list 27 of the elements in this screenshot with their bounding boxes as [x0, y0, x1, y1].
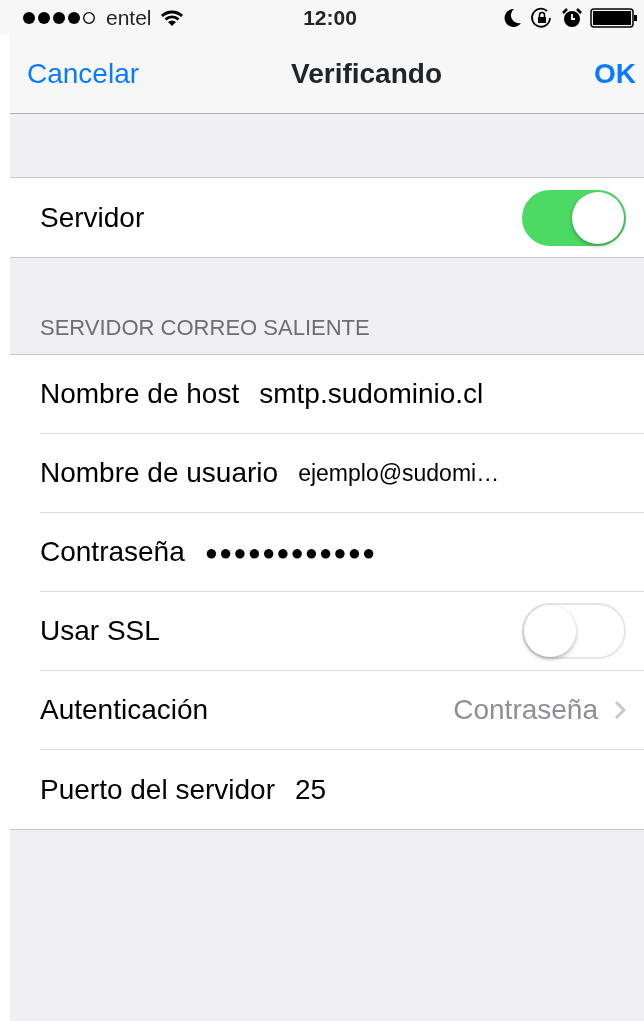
status-time: 12:00 [302, 4, 358, 31]
row-label: Puerto del servidor [40, 772, 275, 807]
battery-icon [590, 7, 638, 28]
nav-title: Verificando [291, 57, 442, 91]
carrier-name: entel [106, 4, 152, 31]
row-label: Nombre de host [40, 377, 240, 411]
row-value: Contraseña [453, 693, 598, 727]
row-label: Usar SSL [40, 614, 160, 648]
row-label: Contraseña [40, 535, 185, 569]
disclosure-row[interactable]: Autenticación Contraseña [40, 671, 644, 750]
value-field[interactable]: ●●●●●●●●●●●● [204, 535, 377, 569]
value-field[interactable]: smtp.sudominio.cl [259, 373, 484, 415]
ok-button[interactable]: OK [594, 53, 636, 95]
cancel-button[interactable]: Cancelar [27, 53, 140, 95]
section-header: SERVIDOR CORREO SALIENTE [39, 314, 371, 342]
row-label: Autenticación [40, 693, 209, 727]
signal-icon [22, 10, 98, 25]
row-label: Servidor [40, 200, 145, 235]
toggle-switch[interactable] [522, 189, 626, 246]
value-field[interactable]: ejemplo@sudomi… [298, 455, 500, 491]
row-label: Nombre de usuario [40, 456, 279, 490]
value-field[interactable]: 25 [295, 768, 327, 811]
wifi-icon [159, 8, 184, 27]
moon-icon [504, 7, 522, 28]
chevron-icon [614, 700, 626, 720]
rotation-lock-icon [530, 6, 554, 29]
alarm-icon [562, 7, 582, 28]
